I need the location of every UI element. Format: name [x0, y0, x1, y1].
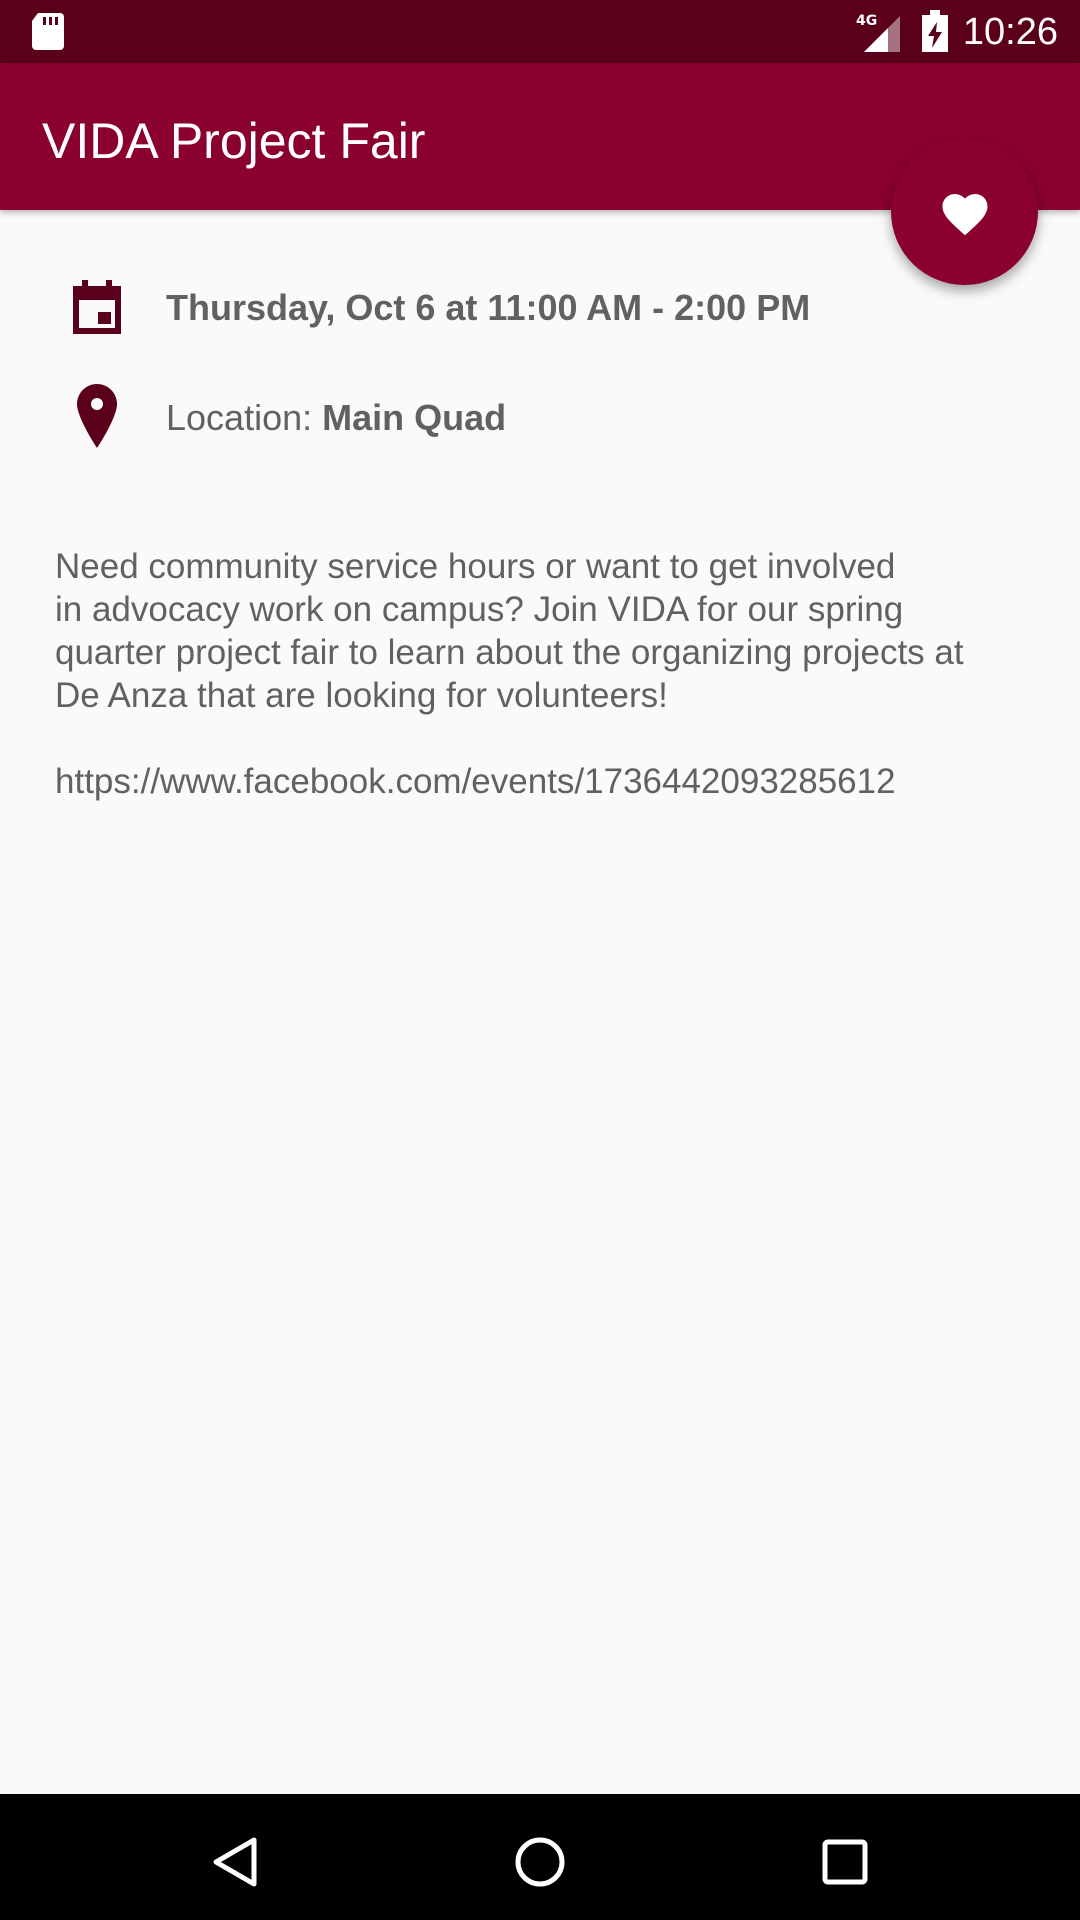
event-location: Location: Main Quad [166, 394, 506, 442]
page-title: VIDA Project Fair [42, 113, 426, 169]
favorite-button[interactable] [891, 138, 1038, 285]
signal-icon: 4G [856, 13, 900, 52]
recents-icon[interactable] [815, 1832, 875, 1892]
location-value: Main Quad [322, 397, 507, 438]
battery-charging-icon [922, 10, 948, 52]
home-icon[interactable] [510, 1832, 570, 1892]
status-clock: 10:26 [962, 11, 1058, 53]
svg-text:4G: 4G [856, 13, 877, 29]
location-label: Location: [166, 397, 313, 438]
event-description: Need community service hours or want to … [55, 547, 964, 715]
calendar-icon [73, 280, 121, 334]
navigation-bar [0, 1794, 1080, 1920]
heart-icon [942, 193, 987, 235]
sd-card-icon [32, 13, 64, 50]
location-pin-icon [77, 384, 117, 448]
status-bar: 4G 10:26 [0, 0, 1080, 63]
event-link[interactable]: https://www.facebook.com/events/17364420… [55, 760, 896, 803]
event-datetime: Thursday, Oct 6 at 11:00 AM - 2:00 PM [166, 287, 811, 328]
back-icon[interactable] [206, 1832, 266, 1892]
